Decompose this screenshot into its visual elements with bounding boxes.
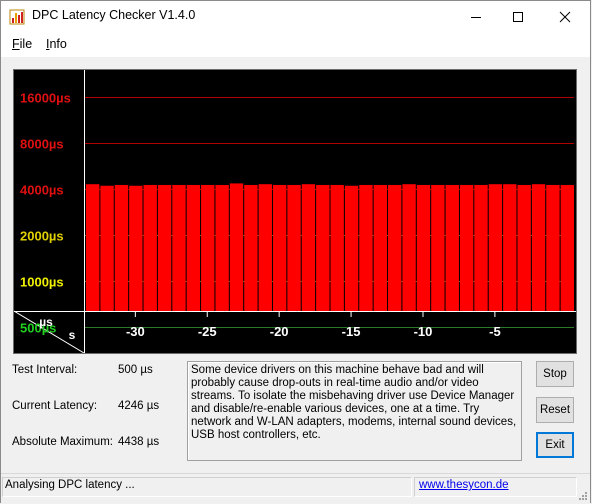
latency-bar [474, 184, 488, 311]
latency-bar [100, 185, 114, 311]
close-button[interactable] [542, 1, 588, 32]
title-bar[interactable]: DPC Latency Checker V1.4.0 [1, 1, 590, 32]
latency-bar [114, 184, 129, 311]
latency-bar [301, 184, 316, 311]
latency-bar [287, 184, 301, 311]
x-tick-label: -20 [270, 324, 289, 339]
y-tick-label: 16000µs [20, 91, 71, 106]
latency-bar [560, 185, 574, 311]
status-text: Analysing DPC latency ... [5, 479, 135, 491]
reset-button[interactable]: Reset [536, 397, 574, 423]
maximize-icon [513, 11, 523, 22]
y-tick-label: 1000µs [20, 275, 64, 290]
x-tick-label: -15 [342, 324, 361, 339]
latency-bar [215, 184, 229, 311]
latency-chart-svg: 16000µs8000µs4000µs2000µs1000µs500µs -30-… [14, 70, 576, 353]
minimize-icon [471, 16, 481, 18]
menu-file-rest: ile [19, 37, 33, 51]
close-icon [559, 11, 571, 22]
latency-bar [416, 184, 431, 311]
latency-bar [272, 184, 287, 311]
x-tick-label: -5 [489, 324, 501, 339]
latency-bar [244, 184, 258, 311]
y-tick-label: 8000µs [20, 137, 64, 152]
latency-bar [517, 184, 531, 311]
y-tick-label: 2000µs [20, 229, 64, 244]
latency-bar [531, 184, 546, 311]
latency-bar [330, 184, 344, 311]
app-bars-icon [9, 9, 25, 25]
latency-bar [316, 184, 330, 311]
latency-bar [359, 184, 373, 311]
latency-bar [402, 184, 416, 311]
latency-bar [488, 184, 503, 311]
status-bar: Analysing DPC latency ... www.thesycon.d… [1, 473, 590, 503]
menu-file-mnemonic: F [12, 37, 20, 51]
latency-bar [459, 184, 474, 311]
latency-bar [229, 183, 244, 311]
menu-file[interactable]: File [12, 37, 32, 51]
app-window: DPC Latency Checker V1.4.0 File Info 160… [0, 0, 591, 503]
stop-button[interactable]: Stop [536, 361, 574, 387]
x-unit-label: s [69, 328, 76, 342]
minimize-button[interactable] [453, 1, 499, 32]
x-tick-label: -10 [414, 324, 433, 339]
latency-bar [445, 184, 459, 311]
window-title: DPC Latency Checker V1.4.0 [32, 8, 196, 22]
exit-button[interactable]: Exit [536, 432, 574, 458]
latency-bar [344, 185, 359, 311]
latency-bar [143, 184, 157, 311]
maximize-button[interactable] [495, 1, 541, 32]
latency-bar [431, 184, 445, 311]
latency-bar [258, 184, 272, 311]
current-latency-value: 4246 µs [118, 400, 160, 412]
menu-bar: File Info [1, 32, 590, 58]
current-latency-label: Current Latency: [12, 400, 98, 412]
website-link[interactable]: www.thesycon.de [419, 479, 509, 491]
test-interval-value: 500 µs [118, 364, 153, 376]
latency-bar [503, 184, 517, 311]
x-tick-label: -25 [198, 324, 217, 339]
resize-grip-icon[interactable] [577, 490, 587, 500]
latency-chart: 16000µs 8000µs 4000µs 2000µs 1000µs 500µs -30-… [13, 69, 577, 354]
absolute-maximum-value: 4438 µs [118, 436, 160, 448]
latency-bar [388, 184, 402, 311]
absolute-maximum-label: Absolute Maximum: [12, 436, 113, 448]
x-tick-label: -30 [126, 324, 145, 339]
latency-bar [172, 184, 186, 311]
menu-info-rest: nfo [49, 37, 67, 51]
latency-bar [546, 184, 560, 311]
menu-info[interactable]: Info [46, 37, 67, 51]
test-interval-label: Test Interval: [12, 364, 78, 376]
latency-bar [373, 184, 388, 311]
y-unit-label: µs [39, 315, 53, 329]
latency-bar [186, 184, 201, 311]
y-tick-label: 4000µs [20, 183, 64, 198]
latency-bar [129, 185, 143, 311]
latency-bar [157, 184, 172, 311]
latency-bar [201, 184, 215, 311]
diagnosis-message: Some device drivers on this machine beha… [187, 361, 522, 461]
latency-bar [86, 184, 100, 311]
